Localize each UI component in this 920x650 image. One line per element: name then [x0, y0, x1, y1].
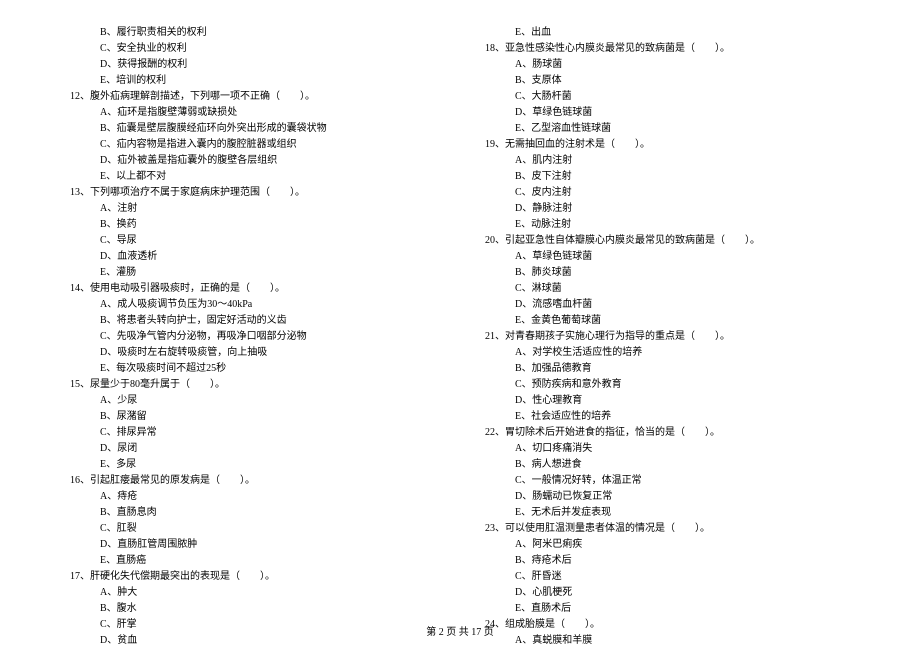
option-line: C、先吸净气管内分泌物，再吸净口咽部分泌物: [100, 329, 460, 345]
option-line: B、肺炎球菌: [515, 265, 875, 281]
option-line: C、安全执业的权利: [100, 41, 460, 57]
option-line: A、草绿色链球菌: [515, 249, 875, 265]
option-line: B、痔疮术后: [515, 553, 875, 569]
question-line: 15、尿量少于80毫升属于（ ）。: [70, 377, 460, 393]
option-line: A、对学校生活适应性的培养: [515, 345, 875, 361]
option-line: B、病人想进食: [515, 457, 875, 473]
option-line: D、肠蠕动已恢复正常: [515, 489, 875, 505]
option-line: C、一般情况好转，体温正常: [515, 473, 875, 489]
option-line: A、切口疼痛消失: [515, 441, 875, 457]
option-line: E、灌肠: [100, 265, 460, 281]
option-line: C、皮内注射: [515, 185, 875, 201]
option-line: B、加强品德教育: [515, 361, 875, 377]
option-line: D、获得报酬的权利: [100, 57, 460, 73]
option-line: A、痔疮: [100, 489, 460, 505]
option-line: C、肛裂: [100, 521, 460, 537]
right-column: E、出血18、亚急性感染性心内膜炎最常见的致病菌是（ ）。A、肠球菌B、支原体C…: [475, 25, 890, 620]
option-line: B、换药: [100, 217, 460, 233]
option-line: D、疝外被盖是指疝囊外的腹壁各层组织: [100, 153, 460, 169]
page-footer: 第 2 页 共 17 页: [0, 623, 920, 638]
left-column: B、履行职责相关的权利C、安全执业的权利D、获得报酬的权利E、培训的权利12、腹…: [30, 25, 475, 620]
question-line: 16、引起肛瘘最常见的原发病是（ ）。: [70, 473, 460, 489]
question-line: 13、下列哪项治疗不属于家庭病床护理范围（ ）。: [70, 185, 460, 201]
option-line: B、履行职责相关的权利: [100, 25, 460, 41]
option-line: D、静脉注射: [515, 201, 875, 217]
option-line: B、尿潴留: [100, 409, 460, 425]
option-line: C、导尿: [100, 233, 460, 249]
option-line: A、疝环是指腹壁薄弱或缺损处: [100, 105, 460, 121]
option-line: E、以上都不对: [100, 169, 460, 185]
option-line: A、肿大: [100, 585, 460, 601]
question-line: 21、对青春期孩子实施心理行为指导的重点是（ ）。: [485, 329, 875, 345]
option-line: E、多尿: [100, 457, 460, 473]
option-line: B、腹水: [100, 601, 460, 617]
option-line: B、皮下注射: [515, 169, 875, 185]
option-line: D、尿闭: [100, 441, 460, 457]
option-line: A、成人吸痰调节负压为30～40kPa: [100, 297, 460, 313]
option-line: A、肌内注射: [515, 153, 875, 169]
option-line: B、支原体: [515, 73, 875, 89]
question-line: 17、肝硬化失代偿期最突出的表现是（ ）。: [70, 569, 460, 585]
option-line: A、注射: [100, 201, 460, 217]
option-line: C、大肠杆菌: [515, 89, 875, 105]
question-line: 18、亚急性感染性心内膜炎最常见的致病菌是（ ）。: [485, 41, 875, 57]
question-line: 20、引起亚急性自体瓣膜心内膜炎最常见的致病菌是（ ）。: [485, 233, 875, 249]
option-line: D、草绿色链球菌: [515, 105, 875, 121]
option-line: D、心肌梗死: [515, 585, 875, 601]
option-line: D、吸痰时左右旋转吸痰管，向上抽吸: [100, 345, 460, 361]
option-line: E、乙型溶血性链球菌: [515, 121, 875, 137]
option-line: D、流感嗜血杆菌: [515, 297, 875, 313]
option-line: A、少尿: [100, 393, 460, 409]
option-line: A、阿米巴痢疾: [515, 537, 875, 553]
question-line: 14、使用电动吸引器吸痰时，正确的是（ ）。: [70, 281, 460, 297]
option-line: C、排尿异常: [100, 425, 460, 441]
option-line: E、直肠术后: [515, 601, 875, 617]
option-line: D、性心理教育: [515, 393, 875, 409]
page-container: B、履行职责相关的权利C、安全执业的权利D、获得报酬的权利E、培训的权利12、腹…: [0, 0, 920, 620]
question-line: 23、可以使用肛温测量患者体温的情况是（ ）。: [485, 521, 875, 537]
option-line: E、培训的权利: [100, 73, 460, 89]
option-line: B、直肠息肉: [100, 505, 460, 521]
option-line: D、直肠肛管周围脓肿: [100, 537, 460, 553]
option-line: E、动脉注射: [515, 217, 875, 233]
option-line: C、肝昏迷: [515, 569, 875, 585]
option-line: E、直肠癌: [100, 553, 460, 569]
option-line: E、金黄色葡萄球菌: [515, 313, 875, 329]
option-line: A、肠球菌: [515, 57, 875, 73]
option-line: D、血液透析: [100, 249, 460, 265]
question-line: 12、腹外疝病理解剖描述，下列哪一项不正确（ ）。: [70, 89, 460, 105]
option-line: E、每次吸痰时间不超过25秒: [100, 361, 460, 377]
question-line: 22、胃切除术后开始进食的指征，恰当的是（ ）。: [485, 425, 875, 441]
option-line: B、将患者头转向护士，固定好活动的义齿: [100, 313, 460, 329]
option-line: E、无术后并发症表现: [515, 505, 875, 521]
option-line: C、预防疾病和意外教育: [515, 377, 875, 393]
option-line: E、出血: [515, 25, 875, 41]
option-line: C、疝内容物是指进入囊内的腹腔脏器或组织: [100, 137, 460, 153]
option-line: E、社会适应性的培养: [515, 409, 875, 425]
option-line: B、疝囊是壁层腹膜经疝环向外突出形成的囊袋状物: [100, 121, 460, 137]
option-line: C、淋球菌: [515, 281, 875, 297]
question-line: 19、无需抽回血的注射术是（ ）。: [485, 137, 875, 153]
